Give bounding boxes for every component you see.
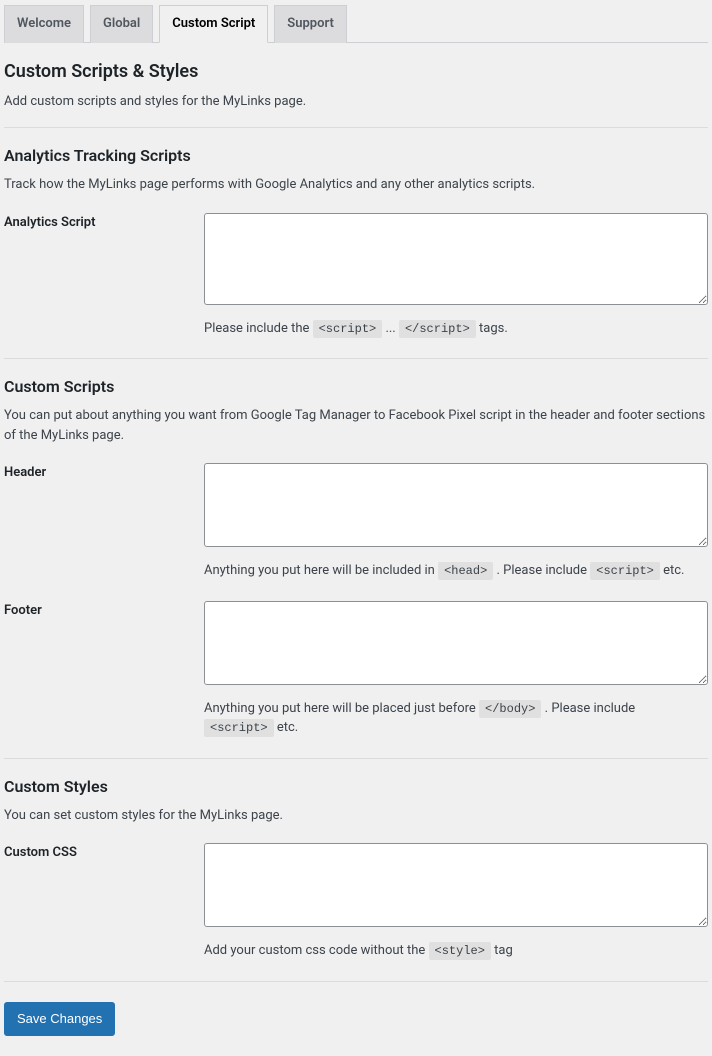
analytics-row: Analytics Script Please include the <scr… <box>4 213 708 339</box>
tab-global[interactable]: Global <box>90 5 153 43</box>
custom-css-row: Custom CSS Add your custom css code with… <box>4 843 708 961</box>
divider <box>4 981 708 982</box>
analytics-hint: Please include the <script> ... </script… <box>204 319 708 339</box>
divider <box>4 758 708 759</box>
divider <box>4 358 708 359</box>
code-tag: </body> <box>479 700 541 718</box>
header-row: Header Anything you put here will be inc… <box>4 463 708 581</box>
footer-script-textarea[interactable] <box>204 601 708 685</box>
footer-label: Footer <box>4 601 204 618</box>
custom-styles-heading: Custom Styles <box>4 777 708 796</box>
code-tag: </script> <box>399 320 476 338</box>
tab-custom-script[interactable]: Custom Script <box>159 5 268 43</box>
custom-css-hint: Add your custom css code without the <st… <box>204 941 708 961</box>
footer-row: Footer Anything you put here will be pla… <box>4 601 708 738</box>
page-title: Custom Scripts & Styles <box>4 61 708 82</box>
footer-hint: Anything you put here will be placed jus… <box>204 699 708 738</box>
header-hint: Anything you put here will be included i… <box>204 561 708 581</box>
header-label: Header <box>4 463 204 480</box>
code-tag: <style> <box>429 942 491 960</box>
custom-css-label: Custom CSS <box>4 843 204 860</box>
custom-css-textarea[interactable] <box>204 843 708 927</box>
custom-styles-help: You can set custom styles for the MyLink… <box>4 806 708 826</box>
analytics-help: Track how the MyLinks page performs with… <box>4 175 708 195</box>
custom-scripts-heading: Custom Scripts <box>4 377 708 396</box>
tab-support[interactable]: Support <box>274 5 347 43</box>
code-tag: <script> <box>590 562 660 580</box>
analytics-script-textarea[interactable] <box>204 213 708 305</box>
code-tag: <script> <box>204 719 274 737</box>
page-description: Add custom scripts and styles for the My… <box>4 94 708 109</box>
code-tag: <head> <box>438 562 493 580</box>
tabs-nav: Welcome Global Custom Script Support <box>4 4 708 43</box>
header-script-textarea[interactable] <box>204 463 708 547</box>
analytics-heading: Analytics Tracking Scripts <box>4 146 708 165</box>
tab-welcome[interactable]: Welcome <box>4 5 84 43</box>
code-tag: <script> <box>313 320 383 338</box>
analytics-label: Analytics Script <box>4 213 204 230</box>
save-button[interactable]: Save Changes <box>4 1002 115 1037</box>
custom-scripts-help: You can put about anything you want from… <box>4 406 708 445</box>
divider <box>4 127 708 128</box>
